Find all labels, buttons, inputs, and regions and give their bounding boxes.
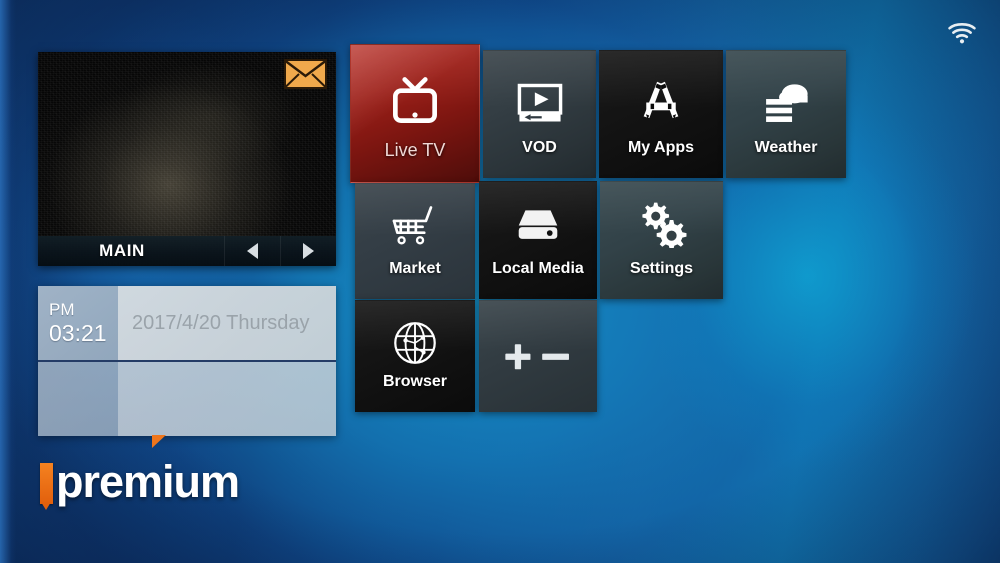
tile-label-browser: Browser — [382, 373, 448, 390]
video-player-icon — [483, 75, 596, 131]
shopping-cart-icon — [355, 200, 475, 252]
app-store-icon — [599, 73, 723, 131]
tile-live-tv[interactable]: Live TV — [350, 44, 480, 183]
globe-icon — [355, 317, 475, 369]
tile-label-live-tv: Live TV — [384, 140, 446, 160]
cloud-weather-icon — [726, 73, 846, 131]
home-screen: MAIN PM 03:21 2017/4/20 Thursday premium… — [0, 0, 1000, 563]
tile-vod[interactable]: VOD — [483, 50, 596, 178]
tile-local-media[interactable]: Local Media — [479, 181, 597, 299]
tile-label-market: Market — [389, 260, 441, 277]
tile-label-local-media: Local Media — [492, 260, 584, 277]
tile-label-weather: Weather — [754, 139, 818, 156]
hard-drive-icon — [479, 200, 597, 250]
tile-label-my-apps: My Apps — [627, 139, 695, 156]
gears-icon — [600, 196, 723, 250]
tile-label-vod: VOD — [522, 139, 557, 156]
tile-add-remove[interactable] — [479, 300, 597, 412]
tile-settings[interactable]: Settings — [600, 181, 723, 299]
tile-my-apps[interactable]: My Apps — [599, 50, 723, 178]
tile-label-settings: Settings — [629, 260, 694, 277]
tile-weather[interactable]: Weather — [726, 50, 846, 178]
app-tile-grid: Live TV VOD My Apps Weather Market Local… — [0, 0, 1000, 563]
tv-icon — [351, 67, 479, 135]
tile-market[interactable]: Market — [355, 183, 475, 299]
tile-label-add-remove — [479, 391, 597, 412]
tile-browser[interactable]: Browser — [355, 300, 475, 412]
